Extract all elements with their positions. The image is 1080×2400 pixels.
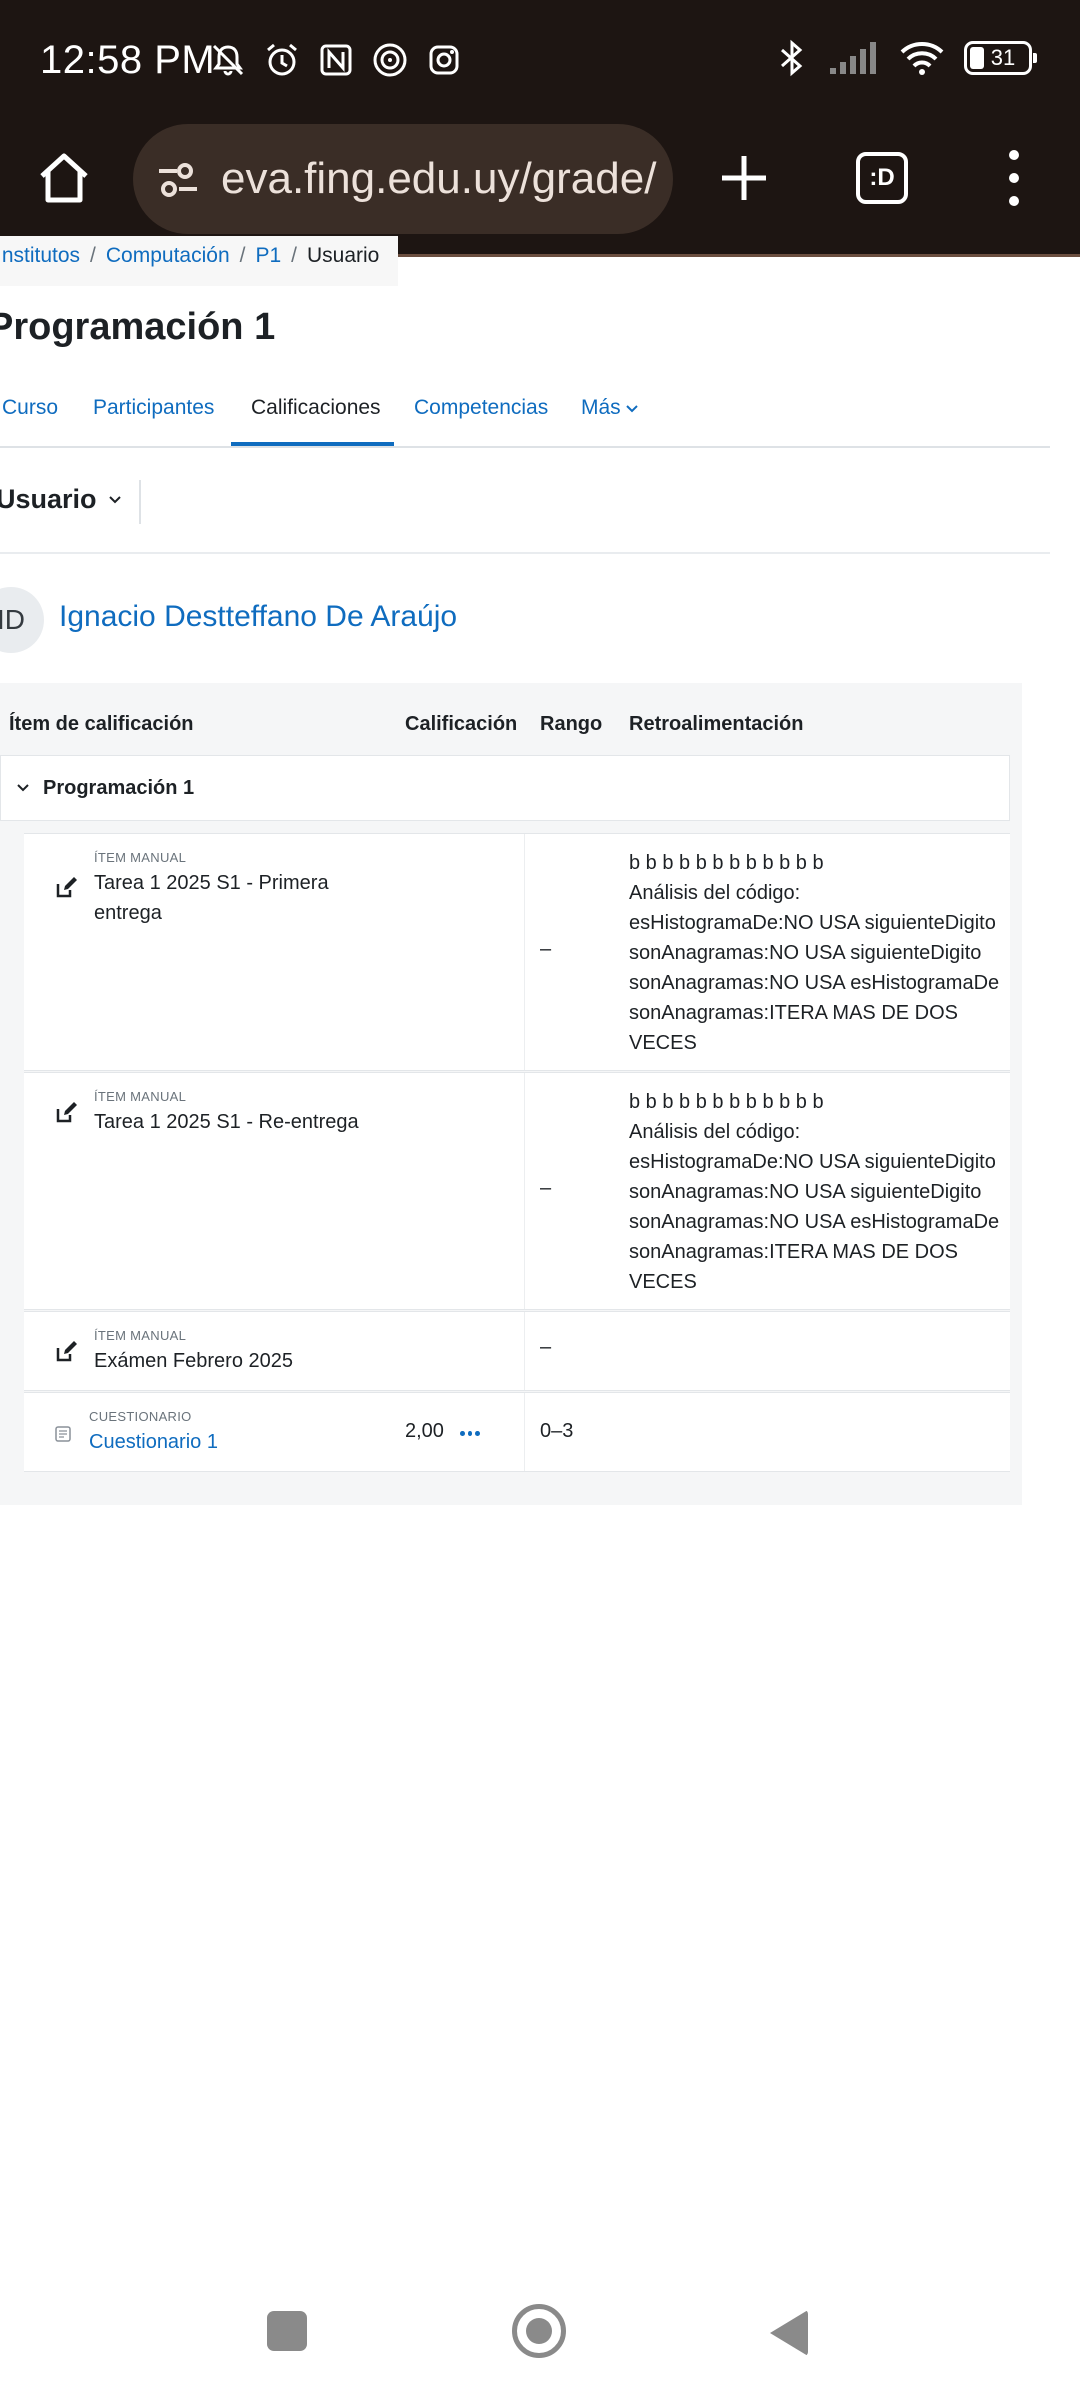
grade-report-table: Ítem de calificación Calificación Rango … [0, 683, 1022, 1505]
chevron-down-icon[interactable] [15, 780, 31, 796]
grade-value: 2,00 [405, 1420, 444, 1442]
browser-menu-icon[interactable] [1000, 150, 1028, 206]
range-value: – [540, 1336, 552, 1358]
table-row: ÍTEM MANUAL Exámen Febrero 2025 – [24, 1311, 1010, 1391]
recents-button[interactable] [267, 2311, 307, 2351]
chevron-down-icon [625, 405, 638, 413]
instagram-icon [429, 45, 459, 75]
category-name: Programación 1 [43, 777, 195, 799]
range-value: – [540, 938, 552, 960]
tab-switcher-button[interactable]: :D [856, 152, 908, 204]
new-tab-icon[interactable] [716, 150, 772, 206]
breadcrumb-item[interactable]: Computación [106, 244, 230, 267]
site-settings-icon[interactable] [155, 157, 201, 203]
breadcrumb-current: Usuario [307, 244, 380, 267]
chevron-down-icon [108, 495, 121, 503]
browser-chrome: 12:58 PM 31 eva.fing.edu.uy/grade/ :D [0, 0, 1080, 257]
hotspot-icon [373, 43, 407, 77]
active-tab-indicator [231, 442, 394, 446]
system-nav-bar [0, 2280, 1080, 2400]
home-icon[interactable] [34, 148, 94, 208]
tab-participants[interactable]: Participantes [93, 396, 214, 420]
course-nav: Curso Participantes Calificaciones Compe… [0, 380, 1050, 448]
report-selector[interactable]: Usuario [0, 484, 123, 515]
wifi-icon [900, 42, 944, 75]
header-item: Ítem de calificación [9, 713, 194, 735]
item-name: Exámen Febrero 2025 [94, 1350, 294, 1372]
item-name: Tarea 1 2025 S1 - Re-entrega [94, 1111, 359, 1133]
header-feedback: Retroalimentación [629, 713, 804, 735]
item-type: ÍTEM MANUAL [94, 850, 187, 865]
report-selector-label: Usuario [0, 484, 97, 514]
status-icons-left [208, 40, 464, 80]
tab-course[interactable]: Curso [2, 396, 58, 420]
range-value: 0–3 [540, 1420, 574, 1442]
header-grade: Calificación [405, 713, 518, 735]
back-button[interactable] [770, 2310, 808, 2356]
tab-competencies[interactable]: Competencias [414, 396, 548, 420]
muted-bell-icon [212, 44, 244, 76]
url-text: eva.fing.edu.uy/grade/ [221, 154, 657, 203]
tab-grades[interactable]: Calificaciones [251, 396, 381, 420]
breadcrumb: Institutos / Computación / P1/Usuario [0, 236, 398, 286]
breadcrumb-item[interactable]: Institutos [0, 244, 80, 267]
quiz-icon [55, 1426, 71, 1442]
address-bar[interactable]: eva.fing.edu.uy/grade/ [133, 124, 673, 234]
tab-more[interactable]: Más [581, 396, 639, 420]
bluetooth-icon [781, 39, 803, 77]
page-title: Programación 1 [0, 306, 276, 348]
user-name-link[interactable]: Ignacio Destteffano De Araújo [59, 600, 457, 634]
divider [0, 552, 1050, 554]
signal-icon [830, 42, 876, 74]
avatar: ID [0, 587, 44, 653]
header-range: Rango [540, 713, 603, 735]
table-row: ÍTEM MANUAL Tarea 1 2025 S1 - Re-entrega… [24, 1072, 1010, 1310]
battery-indicator: 31 [964, 41, 1037, 75]
item-type: CUESTIONARIO [89, 1409, 192, 1424]
feedback-text: b b b b b b b b b b b b Análisis del cód… [629, 852, 1000, 1054]
edit-icon [56, 877, 77, 898]
divider [139, 480, 141, 524]
item-type: ÍTEM MANUAL [94, 1089, 187, 1104]
category-row: Programación 1 [0, 755, 1010, 821]
home-button[interactable] [512, 2304, 566, 2358]
nfc-icon [320, 44, 352, 76]
feedback-text: b b b b b b b b b b b b Análisis del cód… [629, 1091, 1000, 1293]
table-row: ÍTEM MANUAL Tarea 1 2025 S1 - Primera en… [24, 833, 1010, 1071]
item-type: ÍTEM MANUAL [94, 1328, 187, 1343]
edit-icon [56, 1102, 77, 1123]
table-row: CUESTIONARIO Cuestionario 1 2,00 0–3 [24, 1392, 1010, 1472]
edit-icon [56, 1341, 77, 1362]
range-value: – [540, 1177, 552, 1199]
grade-actions-menu-icon[interactable] [460, 1431, 481, 1436]
status-time: 12:58 PM [40, 38, 216, 82]
breadcrumb-item[interactable]: P1 [255, 244, 281, 267]
alarm-icon [267, 43, 297, 76]
status-icons-right: 31 [774, 38, 1037, 78]
quiz-link[interactable]: Cuestionario 1 [89, 1427, 349, 1457]
item-name: Tarea 1 2025 S1 - Primera entrega [94, 872, 329, 924]
